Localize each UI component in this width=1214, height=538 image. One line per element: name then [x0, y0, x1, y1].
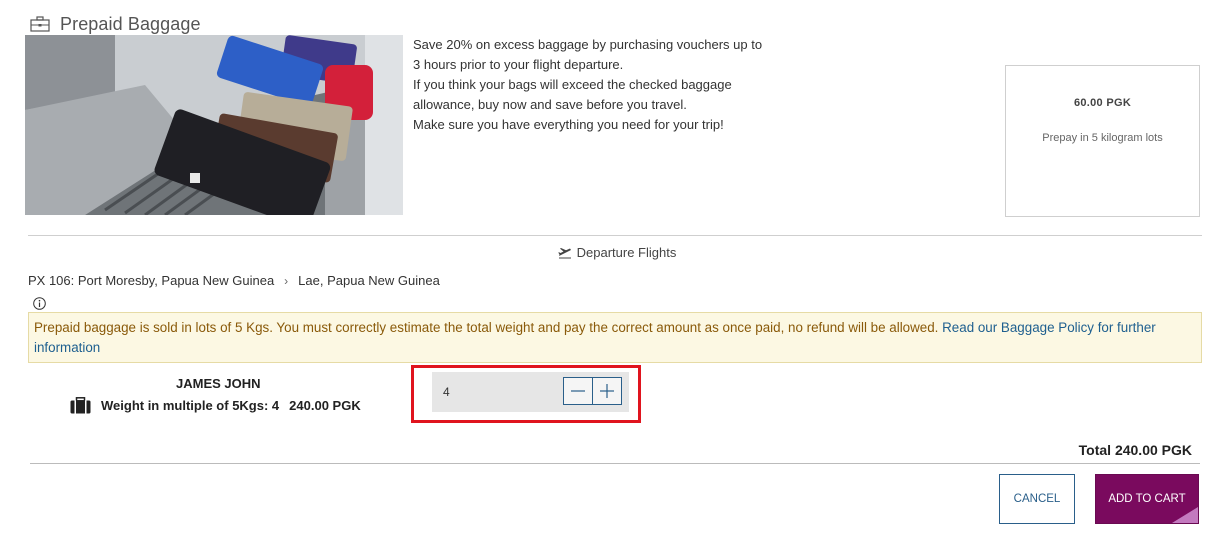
add-to-cart-label: ADD TO CART [1108, 493, 1186, 505]
plane-departure-icon [557, 247, 571, 258]
section-divider [28, 235, 1202, 236]
description-line: Make sure you have everything you need f… [413, 117, 724, 132]
total-amount: Total 240.00 PGK [1078, 442, 1192, 458]
weight-label: Weight in multiple of 5Kgs: 4 [101, 398, 280, 413]
increment-button[interactable] [592, 378, 621, 404]
description-line: allowance, buy now and save before you t… [413, 97, 687, 112]
price-note: Prepay in 5 kilogram lots [1042, 132, 1163, 144]
passenger-weight-row: Weight in multiple of 5Kgs: 4 240.00 PGK [70, 397, 361, 414]
stepper-buttons [563, 377, 622, 405]
description-line: If you think your bags will exceed the c… [413, 77, 732, 92]
flight-origin: PX 106: Port Moresby, Papua New Guinea [28, 273, 275, 288]
flight-route: PX 106: Port Moresby, Papua New Guinea ›… [28, 273, 440, 288]
suitcase-icon [70, 397, 91, 414]
page-title: Prepaid Baggage [60, 13, 201, 34]
description-line: Save 20% on excess baggage by purchasing… [413, 37, 763, 52]
add-to-cart-button[interactable]: ADD TO CART [1095, 474, 1199, 524]
quantity-value: 4 [443, 385, 450, 399]
departure-flights-heading: Departure Flights [0, 245, 1214, 260]
decrement-button[interactable] [564, 378, 592, 404]
price-card: 60.00 PGK Prepay in 5 kilogram lots [1005, 65, 1200, 217]
baggage-photo [25, 35, 403, 215]
total-divider [30, 463, 1200, 464]
quantity-stepper[interactable]: 4 [432, 372, 629, 412]
minus-icon [571, 390, 586, 392]
info-icon[interactable] [33, 297, 46, 310]
passenger-name: JAMES JOHN [176, 376, 261, 391]
cancel-button[interactable]: CANCEL [999, 474, 1075, 524]
chevron-right-icon: › [284, 273, 289, 288]
passenger-amount: 240.00 PGK [289, 398, 361, 413]
plus-icon [600, 384, 615, 398]
departure-flights-label: Departure Flights [576, 245, 677, 260]
price-amount: 60.00 PGK [1073, 97, 1132, 109]
description-line: 3 hours prior to your flight departure. [413, 57, 624, 72]
baggage-description: Save 20% on excess baggage by purchasing… [413, 35, 793, 135]
briefcase-icon [30, 16, 50, 32]
section-header: Prepaid Baggage [30, 12, 201, 36]
flight-destination: Lae, Papua New Guinea [298, 273, 440, 288]
notice-text: Prepaid baggage is sold in lots of 5 Kgs… [34, 320, 943, 335]
corner-accent [1172, 507, 1198, 523]
baggage-notice: Prepaid baggage is sold in lots of 5 Kgs… [28, 312, 1202, 363]
